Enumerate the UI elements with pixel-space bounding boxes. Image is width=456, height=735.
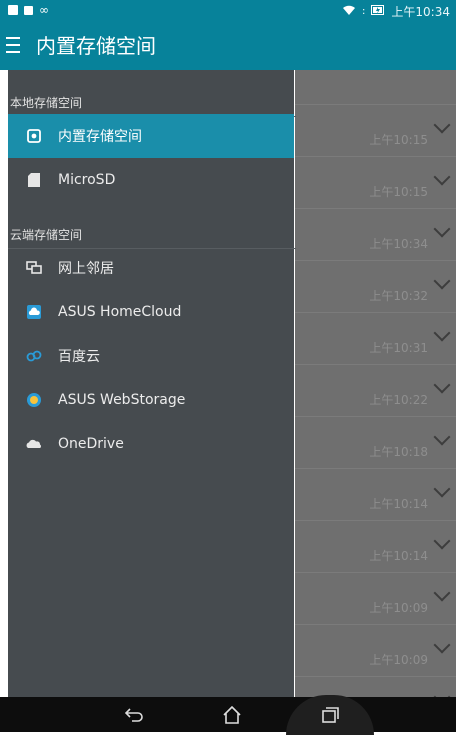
list-item[interactable]: 上午10:14	[295, 468, 456, 521]
item-time: 上午10:15	[369, 133, 428, 147]
item-time: 上午10:09	[369, 601, 428, 615]
item-time: 上午10:09	[369, 653, 428, 667]
homecloud-icon	[24, 302, 44, 322]
item-time: 上午10:14	[369, 497, 428, 511]
menu-icon[interactable]	[6, 37, 20, 53]
drawer-item-baidu-cloud[interactable]: 百度云	[8, 334, 294, 378]
chevron-down-icon[interactable]	[433, 584, 451, 602]
section-header-cloud: 云端存储空间	[8, 222, 296, 249]
list-item[interactable]: 上午10:22	[295, 364, 456, 417]
drawer-item-label: 网上邻居	[58, 261, 114, 277]
signal-dots-icon: :	[362, 6, 366, 17]
drawer-item-homecloud[interactable]: ASUS HomeCloud	[8, 290, 294, 334]
drawer-item-internal-storage[interactable]: 内置存储空间	[8, 114, 294, 158]
item-time: 上午10:22	[369, 393, 428, 407]
chevron-down-icon[interactable]	[433, 688, 451, 697]
item-time: 上午10:15	[369, 185, 428, 199]
drawer-item-label: MicroSD	[58, 172, 116, 188]
webstorage-icon	[24, 390, 44, 410]
home-icon[interactable]	[212, 700, 252, 730]
drawer-item-label: OneDrive	[58, 436, 124, 452]
list-item[interactable]: 上午10:14	[295, 520, 456, 573]
list-item[interactable]: 上午10:31	[295, 312, 456, 365]
network-neighborhood-icon	[24, 258, 44, 278]
chevron-down-icon[interactable]	[433, 480, 451, 498]
sd-card-icon	[8, 5, 18, 15]
drawer-item-onedrive[interactable]: OneDrive	[8, 422, 294, 466]
baidu-cloud-icon	[24, 346, 44, 366]
chevron-down-icon[interactable]	[433, 324, 451, 342]
status-left-icons: ∞	[8, 4, 49, 16]
chevron-down-icon[interactable]	[433, 532, 451, 550]
list-item[interactable]: 上午10:09	[295, 572, 456, 625]
app-header: 内置存储空间	[0, 22, 456, 70]
list-item[interactable]: 上午10:18	[295, 416, 456, 469]
drawer-item-microsd[interactable]: MicroSD	[8, 158, 294, 202]
list-item[interactable]: 上午10:15	[295, 156, 456, 209]
wifi-icon	[342, 4, 356, 19]
section-header-local: 本地存储空间	[8, 90, 296, 117]
page-title: 内置存储空间	[36, 34, 156, 58]
list-item[interactable]: 上午10:15	[295, 104, 456, 157]
chevron-down-icon[interactable]	[433, 636, 451, 654]
item-time: 上午10:32	[369, 289, 428, 303]
chevron-down-icon[interactable]	[433, 272, 451, 290]
list-item[interactable]: 上午10:32	[295, 260, 456, 313]
status-right: : 上午10:34	[342, 3, 450, 20]
item-time: 上午10:34	[369, 237, 428, 251]
file-list-dimmed: 上午10:15 上午10:15 上午10:34 上午10:32 上午10:31 …	[295, 70, 456, 697]
status-bar: ∞ : 上午10:34	[0, 0, 456, 22]
drawer-item-webstorage[interactable]: ASUS WebStorage	[8, 378, 294, 422]
internal-storage-icon	[24, 126, 44, 146]
chevron-down-icon[interactable]	[433, 168, 451, 186]
chevron-down-icon[interactable]	[433, 376, 451, 394]
drawer-item-label: 内置存储空间	[58, 129, 142, 145]
list-item[interactable]	[295, 676, 456, 697]
battery-charging-icon	[371, 4, 385, 19]
list-item[interactable]: 上午10:34	[295, 208, 456, 261]
navigation-drawer: 本地存储空间 内置存储空间 MicroSD 云端存储空间 网上邻居 ASUS H…	[8, 70, 296, 697]
drawer-item-label: ASUS HomeCloud	[58, 304, 182, 320]
chevron-down-icon[interactable]	[433, 428, 451, 446]
chevron-down-icon[interactable]	[433, 220, 451, 238]
item-time: 上午10:14	[369, 549, 428, 563]
sd-card-icon	[24, 170, 44, 190]
image-icon	[24, 5, 33, 15]
system-nav-bar	[0, 695, 456, 735]
list-item[interactable]: 上午10:09	[295, 624, 456, 677]
drawer-item-network-neighborhood[interactable]: 网上邻居	[8, 246, 294, 290]
chevron-down-icon[interactable]	[433, 116, 451, 134]
status-time: 上午10:34	[391, 5, 450, 19]
drawer-item-label: 百度云	[58, 349, 100, 365]
infinity-icon: ∞	[39, 3, 49, 17]
recent-apps-icon[interactable]	[310, 700, 350, 730]
drawer-item-label: ASUS WebStorage	[58, 392, 186, 408]
item-time: 上午10:18	[369, 445, 428, 459]
onedrive-icon	[24, 434, 44, 454]
back-icon[interactable]	[115, 700, 155, 730]
item-time: 上午10:31	[369, 341, 428, 355]
